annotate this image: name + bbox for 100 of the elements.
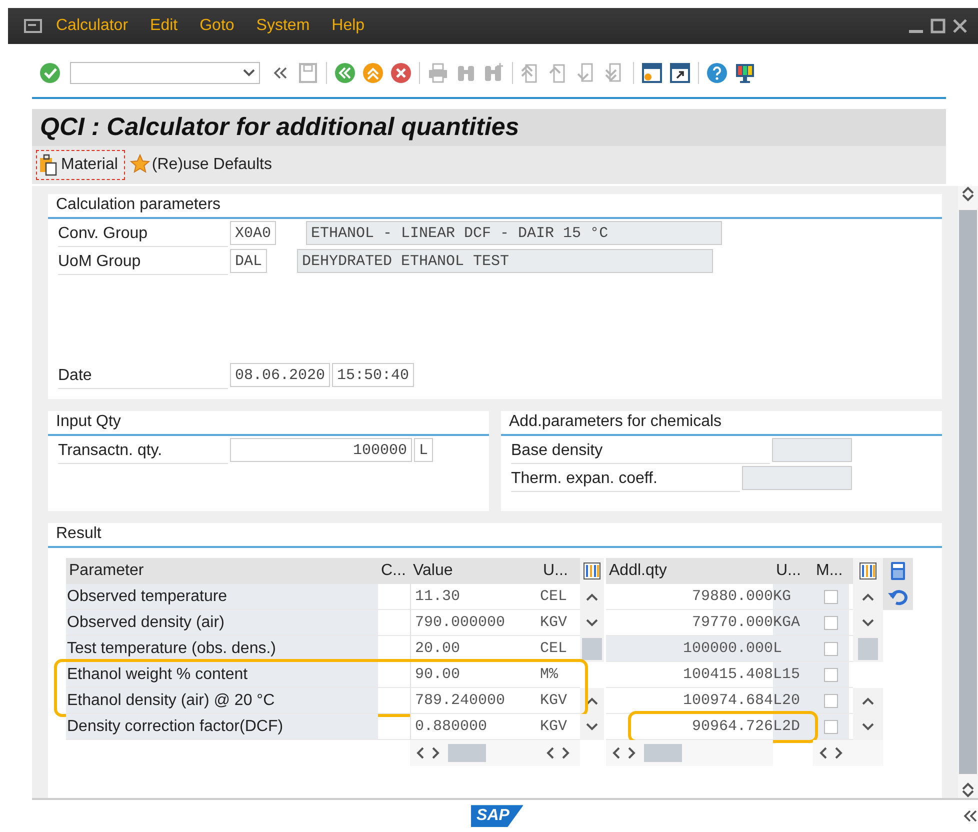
- horizontal-scrollbar[interactable]: [606, 740, 773, 766]
- menu-item[interactable]: Calculator: [56, 16, 128, 35]
- scroll-up-icon[interactable]: [962, 186, 974, 194]
- scroll-down-icon[interactable]: [962, 790, 974, 798]
- scroll-left-icon[interactable]: [546, 747, 554, 760]
- checkbox[interactable]: [824, 668, 838, 682]
- toolbar-button[interactable]: Material: [36, 150, 125, 180]
- horizontal-scrollbar[interactable]: [540, 740, 580, 766]
- input-field[interactable]: [772, 438, 852, 462]
- scroll-left-icon[interactable]: [416, 747, 424, 760]
- check-icon[interactable]: [39, 62, 61, 84]
- scroll-down-icon[interactable]: [962, 194, 974, 202]
- table-cell: 0.880000: [410, 714, 540, 740]
- description-field: ETHANOL - LINEAR DCF - DAIR 15 °C: [306, 221, 722, 246]
- scroll-right-icon[interactable]: [432, 747, 440, 760]
- table-cell: KGA: [773, 610, 813, 636]
- calculator-icon[interactable]: [890, 561, 906, 582]
- scroll-up-icon[interactable]: [862, 697, 874, 706]
- checkbox[interactable]: [824, 642, 838, 656]
- horizontal-scrollbar[interactable]: [410, 740, 540, 766]
- dropdown-caret-icon[interactable]: [243, 68, 255, 77]
- column-header[interactable]: U...: [773, 558, 813, 584]
- new-window-icon[interactable]: [641, 62, 663, 84]
- table-cell: KGV: [540, 714, 580, 740]
- clipboard-icon: [39, 154, 59, 176]
- table-cell: 790.000000: [410, 610, 540, 636]
- table-cell: Ethanol density (air) @ 20 °C: [66, 688, 378, 714]
- description-field: DEHYDRATED ETHANOL TEST: [297, 249, 714, 274]
- monitor-icon[interactable]: [734, 62, 756, 84]
- input-field[interactable]: X0A0: [230, 221, 276, 246]
- column-settings-icon[interactable]: [583, 562, 601, 580]
- quantity-field[interactable]: 100000: [230, 438, 412, 462]
- scrollbar-thumb[interactable]: [858, 638, 878, 660]
- scrollbar-thumb[interactable]: [644, 744, 682, 762]
- scroll-up-icon[interactable]: [586, 697, 598, 706]
- field-label: Conv. Group: [58, 220, 228, 247]
- table-cell: Observed density (air): [66, 610, 378, 636]
- scroll-left-icon[interactable]: [612, 747, 620, 760]
- menu-icon[interactable]: [24, 18, 42, 33]
- back-icon[interactable]: [334, 62, 356, 84]
- help-icon[interactable]: [706, 62, 728, 84]
- field-label: Transactn. qty.: [58, 436, 228, 464]
- checkbox[interactable]: [824, 590, 838, 604]
- table-cell: Observed temperature: [66, 584, 378, 610]
- field-label: Date: [58, 362, 228, 389]
- table-cell: L15: [773, 662, 813, 688]
- command-field[interactable]: [70, 62, 260, 84]
- column-header[interactable]: M...: [813, 558, 849, 584]
- table-cell: 11.30: [410, 584, 540, 610]
- column-header[interactable]: Parameter: [66, 558, 378, 584]
- menu-item[interactable]: Goto: [200, 16, 234, 35]
- scroll-down-icon[interactable]: [862, 723, 874, 732]
- scroll-up-icon[interactable]: [962, 782, 974, 790]
- menu-item[interactable]: Help: [332, 16, 365, 35]
- field-label: Base density: [511, 436, 770, 464]
- scroll-up-icon[interactable]: [586, 593, 598, 602]
- date-field[interactable]: 08.06.2020: [230, 363, 330, 388]
- scroll-left-icon[interactable]: [819, 747, 827, 760]
- scroll-right-icon[interactable]: [562, 747, 570, 760]
- toolbar-button[interactable]: (Re)use Defaults: [126, 150, 279, 180]
- cancel-icon[interactable]: [390, 62, 412, 84]
- column-settings-icon[interactable]: [859, 562, 877, 580]
- field-label: UoM Group: [58, 248, 228, 275]
- section-title: Calculation parameters: [48, 196, 942, 220]
- double-chevron-icon[interactable]: [962, 809, 978, 824]
- maximize-icon[interactable]: [930, 18, 946, 34]
- table-cell: L: [773, 636, 813, 662]
- input-field[interactable]: DAL: [230, 249, 268, 274]
- menu-item[interactable]: System: [256, 16, 310, 35]
- table-cell: Ethanol weight % content: [66, 662, 378, 688]
- table-cell: KG: [773, 584, 813, 610]
- scrollbar-thumb[interactable]: [582, 638, 602, 660]
- checkbox[interactable]: [824, 616, 838, 630]
- table-cell: 100000.000: [606, 636, 773, 662]
- scroll-right-icon[interactable]: [628, 747, 636, 760]
- column-header[interactable]: Addl.qty: [606, 558, 773, 584]
- checkbox[interactable]: [824, 720, 838, 734]
- scroll-down-icon[interactable]: [586, 619, 598, 628]
- scroll-up-icon[interactable]: [862, 593, 874, 602]
- checkbox[interactable]: [824, 694, 838, 708]
- scroll-down-icon[interactable]: [586, 723, 598, 732]
- input-field[interactable]: [742, 466, 852, 490]
- column-header[interactable]: Value: [410, 558, 540, 584]
- column-header[interactable]: U...: [540, 558, 580, 584]
- menu-item[interactable]: Edit: [150, 16, 178, 35]
- close-icon[interactable]: [952, 18, 968, 34]
- section-title: Result: [48, 525, 942, 548]
- horizontal-scrollbar[interactable]: [813, 740, 883, 766]
- section-title: Add.parameters for chemicals: [501, 413, 942, 436]
- unit-field[interactable]: L: [414, 438, 434, 462]
- time-field[interactable]: 15:50:40: [332, 363, 414, 388]
- table-cell: Density correction factor(DCF): [66, 714, 378, 740]
- table-cell: L2D: [773, 714, 813, 740]
- undo-icon[interactable]: [887, 588, 909, 606]
- column-header[interactable]: C...: [378, 558, 410, 584]
- scrollbar-thumb[interactable]: [448, 744, 486, 762]
- screen-title: QCI : Calculator for additional quantities: [40, 112, 520, 142]
- scroll-down-icon[interactable]: [862, 619, 874, 628]
- logo: SAP: [470, 805, 524, 828]
- scroll-right-icon[interactable]: [835, 747, 843, 760]
